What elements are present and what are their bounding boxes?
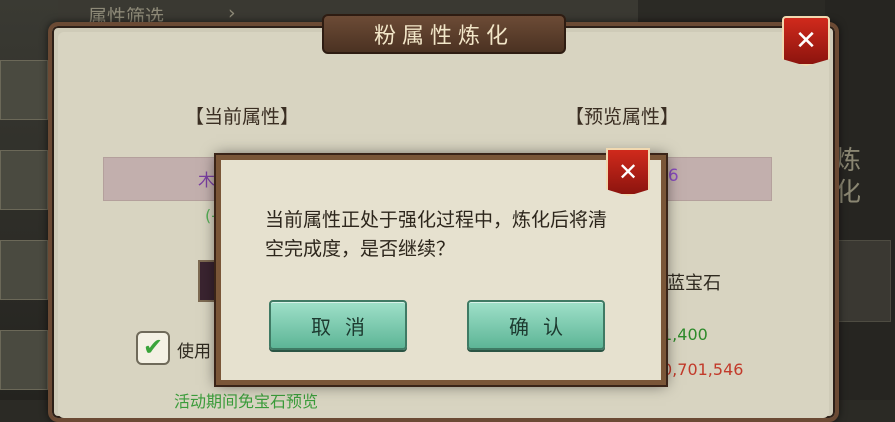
use-gem-checkbox[interactable]: ✔ xyxy=(136,331,170,365)
current-attr-text: 木 xyxy=(198,171,215,191)
gem-cost-value: 1,400 xyxy=(662,325,708,344)
confirm-button[interactable]: 确认 xyxy=(467,300,605,350)
background-right-slot xyxy=(831,240,891,322)
promo-text: 活动期间免宝石预览 xyxy=(174,392,319,411)
use-gem-label: 使用 xyxy=(177,342,211,362)
background-item-slot xyxy=(0,330,48,390)
background-item-slot xyxy=(0,240,48,300)
confirm-dialog: ✕ 当前属性正处于强化过程中，炼化后将清空完成度，是否继续？ 取消 确认 xyxy=(216,148,666,385)
panel-close-button[interactable]: ✕ xyxy=(782,16,830,66)
background-item-slot xyxy=(0,150,48,210)
gem-name: 蓝宝石 xyxy=(667,273,721,294)
panel-title: 粉属性炼化 xyxy=(373,24,514,49)
cancel-button[interactable]: 取消 xyxy=(269,300,407,350)
background-filter-arrow: › xyxy=(228,2,236,24)
preview-attr-heading: 【预览属性】 xyxy=(565,106,680,128)
dialog-close-button[interactable]: ✕ xyxy=(606,148,650,196)
current-attr-heading: 【当前属性】 xyxy=(185,106,300,128)
background-item-slot xyxy=(0,60,48,120)
dialog-message: 当前属性正处于强化过程中，炼化后将清空完成度，是否继续？ xyxy=(265,209,608,260)
panel-title-plate: 粉属性炼化 xyxy=(322,14,566,54)
close-icon: ✕ xyxy=(617,158,639,186)
gold-cost-value: 0,701,546 xyxy=(662,360,744,379)
checkmark-icon: ✔ xyxy=(142,333,164,361)
close-icon: ✕ xyxy=(795,26,817,56)
